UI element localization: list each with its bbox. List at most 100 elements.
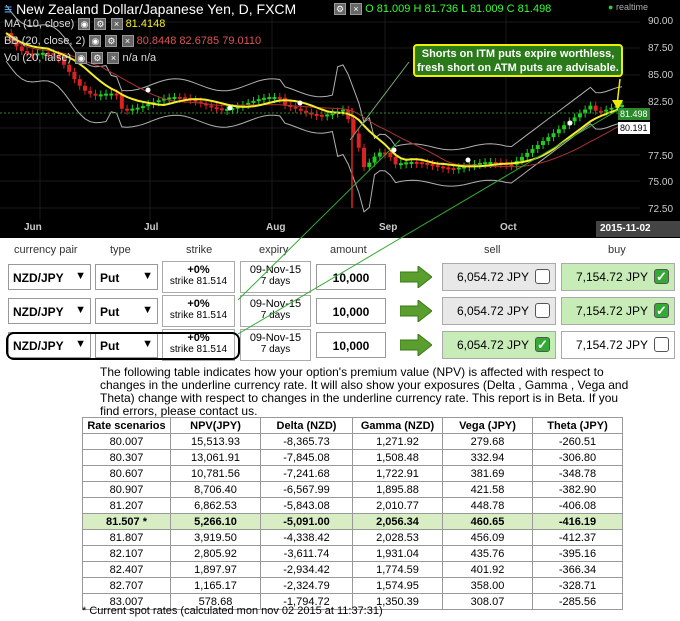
expiry-days: 7 days — [260, 276, 291, 287]
marker-dot — [567, 120, 573, 126]
candle-body — [114, 93, 119, 96]
buy-price[interactable]: 7,154.72 JPY ✓ — [561, 297, 675, 325]
checkmark-icon[interactable]: ✓ — [654, 303, 669, 318]
candle-body — [209, 105, 214, 108]
legend-bb[interactable]: BB (20, close, 2) ◉ ⚙ × 80.8448 82.6785 … — [4, 35, 261, 48]
table-cell: -348.78 — [532, 465, 623, 482]
table-cell: 13,061.91 — [170, 449, 261, 466]
table-cell: 8,706.40 — [170, 481, 261, 498]
expiry-field[interactable]: 09-Nov-15 7 days — [240, 295, 311, 327]
sensitivity-table: Rate scenarios NPV(JPY) Delta (NZD) Gamm… — [82, 417, 623, 610]
legend-ma[interactable]: MA (10, close) ◉ ⚙ × 81.4148 — [4, 18, 165, 31]
price-chart[interactable]: ≡ New Zealand Dollar/Japanese Yen, D, FX… — [0, 0, 680, 238]
candle-body — [304, 110, 309, 113]
eye-icon[interactable]: ◉ — [75, 52, 88, 65]
eye-icon[interactable]: ◉ — [89, 35, 102, 48]
amount-input[interactable]: 10,000 — [316, 264, 386, 290]
strike-field[interactable]: +0% strike 81.514 — [162, 261, 235, 293]
candle-body — [298, 108, 303, 111]
table-row: 80.307 13,061.91 -7,845.08 1,508.48 332.94 -3… — [82, 449, 623, 466]
candle-body — [456, 167, 461, 170]
table-cell: 15,513.93 — [170, 433, 261, 450]
table-cell: 82.707 — [82, 577, 171, 594]
close-icon[interactable]: × — [107, 52, 120, 65]
y-tick: 85.00 — [648, 70, 674, 81]
checkbox-empty-icon[interactable] — [535, 269, 550, 284]
table-cell: -382.90 — [532, 481, 623, 498]
candle-body — [330, 113, 335, 116]
sell-price[interactable]: 6,054.72 JPY ✓ — [442, 331, 556, 359]
checkmark-icon[interactable]: ✓ — [535, 337, 550, 352]
buy-price-value: 7,154.72 JPY — [575, 304, 648, 318]
legend-vol[interactable]: Vol (20, false) ◉ ⚙ × n/a n/a — [4, 52, 156, 65]
expiry-date: 09-Nov-15 — [249, 332, 302, 344]
checkbox-empty-icon[interactable] — [535, 303, 550, 318]
header-strike: strike — [186, 244, 213, 256]
settings-icon[interactable]: ⚙ — [94, 18, 107, 31]
close-icon[interactable]: × — [121, 35, 134, 48]
eye-icon[interactable]: ◉ — [78, 18, 91, 31]
currency-pair-select[interactable]: NZD/JPY ▼ — [8, 298, 91, 324]
checkmark-icon[interactable]: ✓ — [654, 269, 669, 284]
candle-body — [604, 109, 609, 112]
candle-body — [435, 165, 440, 168]
currency-pair-select[interactable]: NZD/JPY ▼ — [8, 264, 91, 290]
table-cell: 82.107 — [82, 545, 171, 562]
table-cell: 1,897.97 — [170, 561, 261, 578]
sell-price[interactable]: 6,054.72 JPY — [442, 297, 556, 325]
strike-value: strike 81.514 — [169, 310, 228, 321]
table-cell: -5,091.00 — [260, 513, 353, 530]
strike-field[interactable]: +0% strike 81.514 — [162, 295, 235, 327]
table-cell: 5,266.10 — [170, 513, 261, 530]
table-cell: 2,028.53 — [352, 529, 443, 546]
candle-body — [140, 106, 145, 109]
candle-body — [256, 99, 261, 102]
col-header: NPV(JPY) — [170, 417, 261, 434]
table-row: 82.407 1,897.97 -2,934.42 1,774.59 401.92 -36… — [82, 561, 623, 578]
highlight-ring — [6, 332, 240, 360]
dropdown-arrow-icon: ▼ — [142, 304, 153, 316]
table-cell: -2,934.42 — [260, 561, 353, 578]
candle-body — [414, 162, 419, 165]
table-row: 80.907 8,706.40 -6,567.99 1,895.88 421.58 -38… — [82, 481, 623, 498]
sell-price-value: 6,054.72 JPY — [456, 304, 529, 318]
buy-price[interactable]: 7,154.72 JPY ✓ — [561, 263, 675, 291]
amount-input[interactable]: 10,000 — [316, 332, 386, 358]
table-cell: -416.19 — [532, 513, 623, 530]
table-row: 81.507 * 5,266.10 -5,091.00 2,056.34 460.65-… — [82, 513, 623, 530]
settings-icon[interactable]: ⚙ — [105, 35, 118, 48]
buy-price[interactable]: 7,154.72 JPY — [561, 331, 675, 359]
table-cell: 401.92 — [442, 561, 533, 578]
table-cell: 435.76 — [442, 545, 533, 562]
close-icon[interactable]: × — [350, 3, 363, 16]
type-select[interactable]: Put ▼ — [95, 298, 158, 324]
table-cell: 1,722.91 — [352, 465, 443, 482]
table-cell: 81.807 — [82, 529, 171, 546]
header-sell: sell — [484, 244, 501, 256]
table-cell: 2,010.77 — [352, 497, 443, 514]
x-tick: Jul — [144, 222, 159, 233]
candle-body — [93, 93, 98, 96]
candle-body — [177, 97, 182, 100]
chart-menu-icon[interactable]: ≡ — [4, 1, 12, 17]
description-text: The following table indicates how your o… — [100, 365, 629, 418]
checkbox-empty-icon[interactable] — [654, 337, 669, 352]
close-icon[interactable]: × — [110, 18, 123, 31]
expiry-field[interactable]: 09-Nov-15 7 days — [240, 329, 311, 361]
settings-icon[interactable]: ⚙ — [334, 3, 346, 16]
y-tick: 72.50 — [648, 204, 674, 215]
type-value: Put — [100, 305, 120, 319]
type-select[interactable]: Put ▼ — [95, 264, 158, 290]
realtime-dot-icon: ● — [608, 2, 614, 12]
dropdown-arrow-icon: ▼ — [75, 270, 86, 282]
settings-icon[interactable]: ⚙ — [91, 52, 104, 65]
marker-dot — [145, 87, 151, 93]
candle-body — [419, 162, 424, 165]
expiry-date: 09-Nov-15 — [249, 298, 302, 310]
table-cell: 2,805.92 — [170, 545, 261, 562]
candle-body — [340, 109, 345, 112]
table-cell: -328.71 — [532, 577, 623, 594]
amount-input[interactable]: 10,000 — [316, 298, 386, 324]
sell-price[interactable]: 6,054.72 JPY — [442, 263, 556, 291]
expiry-field[interactable]: 09-Nov-15 7 days — [240, 261, 311, 293]
